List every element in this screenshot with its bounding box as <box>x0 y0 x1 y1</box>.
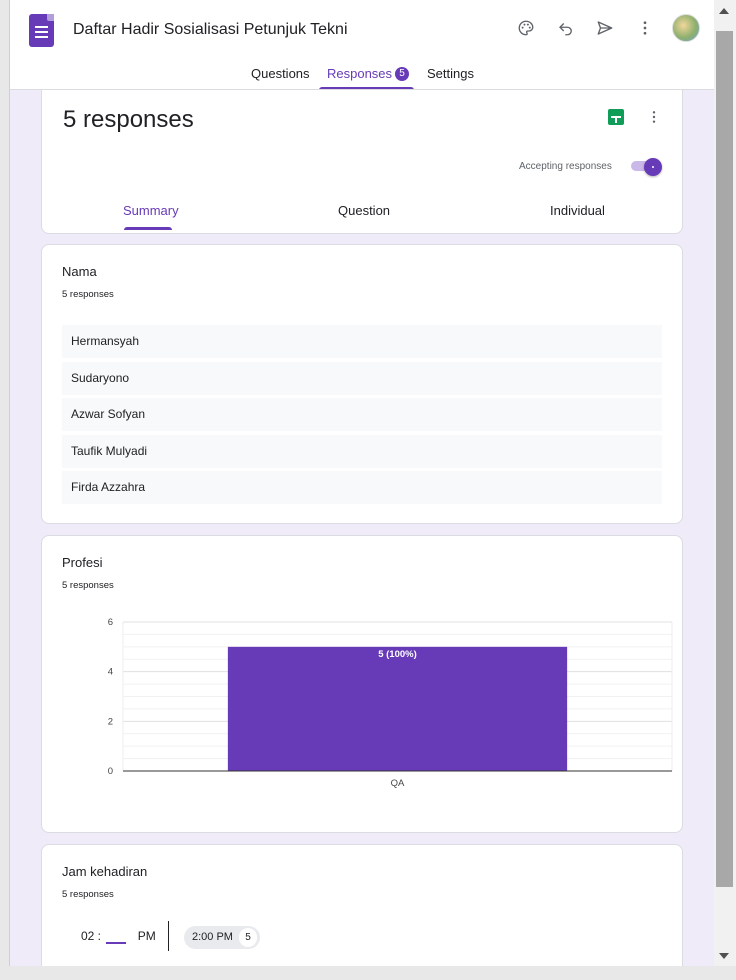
divider <box>168 921 169 951</box>
list-item: Azwar Sofyan <box>62 398 662 431</box>
y-tick-label: 0 <box>108 766 113 777</box>
time-response-chip: 2:00 PM 5 <box>184 926 260 949</box>
question-card-nama: Nama 5 responses Hermansyah Sudaryono Az… <box>41 244 683 524</box>
question-card-jam-kehadiran: Jam kehadiran 5 responses 02 : PM 2:00 P… <box>41 844 683 966</box>
x-tick-label: QA <box>391 778 405 789</box>
scroll-down-arrow-icon[interactable] <box>719 953 729 959</box>
palette-icon[interactable] <box>514 16 538 40</box>
response-count: 5 responses <box>62 289 114 300</box>
chip-count: 5 <box>239 928 257 947</box>
y-tick-label: 2 <box>108 716 113 727</box>
top-bar: Daftar Hadir Sosialisasi Petunjuk Teknis… <box>10 0 714 90</box>
chip-label: 2:00 PM <box>192 931 233 943</box>
scrollbar-thumb[interactable] <box>716 31 733 887</box>
avatar[interactable] <box>672 14 700 42</box>
active-subtab-indicator <box>124 227 172 230</box>
list-item: Sudaryono <box>62 362 662 395</box>
subtab-summary[interactable]: Summary <box>123 203 179 218</box>
tab-questions[interactable]: Questions <box>251 66 310 90</box>
y-tick-label: 4 <box>108 667 113 678</box>
responses-heading: 5 responses <box>63 106 194 133</box>
bar <box>227 646 568 771</box>
subtab-question[interactable]: Question <box>338 203 390 218</box>
forms-logo-icon[interactable] <box>29 14 54 47</box>
y-tick-label: 6 <box>108 617 113 628</box>
response-count: 5 responses <box>62 580 114 591</box>
accepting-toggle[interactable] <box>644 158 662 176</box>
bar-data-label: 5 (100%) <box>378 649 417 660</box>
send-icon[interactable] <box>593 16 617 40</box>
profesi-bar-chart: 0 2 4 6 5 (100%) QA <box>108 617 673 789</box>
undo-icon[interactable] <box>554 16 578 40</box>
more-vert-icon[interactable] <box>633 16 657 40</box>
list-item: Hermansyah <box>62 325 662 358</box>
list-item: Firda Azzahra <box>62 471 662 504</box>
time-display: 02 : PM <box>81 929 156 943</box>
responses-count-badge: 5 <box>395 67 409 81</box>
list-item: Taufik Mulyadi <box>62 435 662 468</box>
response-count: 5 responses <box>62 889 114 900</box>
question-title: Profesi <box>62 555 103 570</box>
subtab-individual[interactable]: Individual <box>550 203 605 218</box>
form-title[interactable]: Daftar Hadir Sosialisasi Petunjuk Teknis… <box>73 21 348 39</box>
time-hour: 02 : <box>81 929 102 943</box>
question-title: Jam kehadiran <box>62 864 148 879</box>
question-card-profesi: Profesi 5 responses 0 2 4 6 5 (100%) QA <box>41 535 683 833</box>
sheets-icon[interactable] <box>608 109 624 125</box>
responses-summary-card: 5 responses Accepting responses Summary … <box>41 89 683 234</box>
question-title: Nama <box>62 264 97 279</box>
tab-settings[interactable]: Settings <box>427 66 474 90</box>
app-window: Daftar Hadir Sosialisasi Petunjuk Teknis… <box>9 0 714 966</box>
scroll-up-arrow-icon[interactable] <box>719 8 729 14</box>
time-minute-placeholder <box>106 942 126 944</box>
time-ampm: PM <box>137 929 156 943</box>
accepting-responses-label: Accepting responses <box>519 161 612 172</box>
more-vert-icon[interactable] <box>646 109 662 127</box>
